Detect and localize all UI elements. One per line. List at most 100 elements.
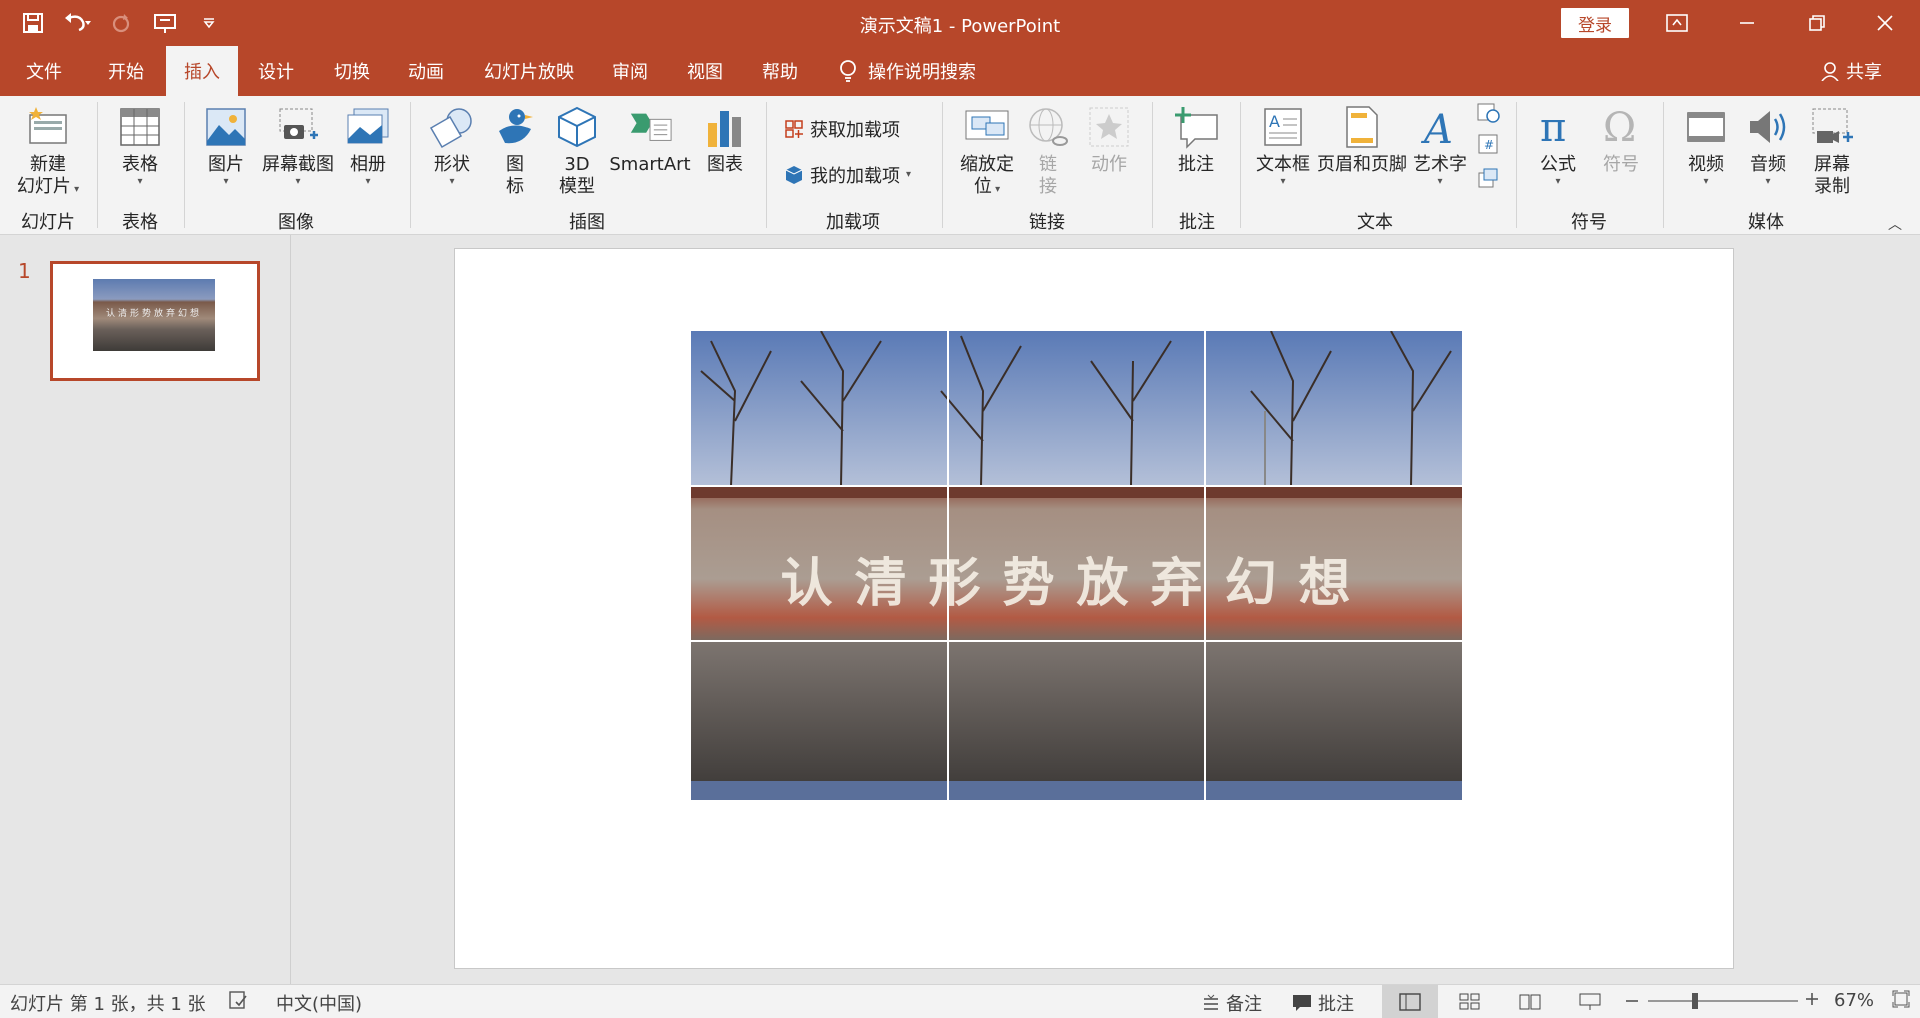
link-button: 链 接	[1022, 102, 1074, 198]
3d-models-button[interactable]: 3D 模型	[546, 102, 608, 198]
tab-animations[interactable]: 动画	[408, 46, 444, 96]
symbol-button: Ω 符号	[1592, 102, 1650, 176]
audio-button[interactable]: 音频 ▾	[1740, 102, 1796, 188]
header-footer-icon	[1339, 102, 1385, 152]
normal-view-icon[interactable]	[1382, 985, 1438, 1018]
new-slide-button[interactable]: 新建 幻灯片 ▾	[12, 102, 84, 198]
comments-status-button[interactable]: 批注	[1292, 990, 1354, 1016]
screenshot-button[interactable]: 屏幕截图 ▾	[256, 102, 340, 188]
tab-insert[interactable]: 插入	[166, 46, 238, 96]
smartart-button[interactable]: SmartArt	[608, 102, 692, 176]
date-time-button[interactable]	[1474, 100, 1502, 124]
header-footer-button[interactable]: 页眉和页脚	[1316, 102, 1408, 176]
tab-view[interactable]: 视图	[687, 46, 723, 96]
chevron-down-icon: ▾	[295, 176, 301, 187]
collapse-ribbon-icon[interactable]: ︿	[1888, 214, 1902, 234]
thumbnail-picture-text: 认清形势放弃幻想	[105, 309, 202, 319]
svg-text:π: π	[1540, 105, 1566, 149]
picture-button[interactable]: 图片 ▾	[196, 102, 256, 188]
slide-sorter-icon[interactable]	[1442, 985, 1498, 1018]
ribbon-tabs: 文件 开始 插入 设计 切换 动画 幻灯片放映 审阅 视图 帮助 操作说明搜索 …	[0, 46, 1920, 96]
tab-review[interactable]: 审阅	[612, 46, 648, 96]
table-label: 表格	[122, 154, 158, 175]
spell-check-icon[interactable]	[228, 990, 248, 1010]
3d-models-label-2: 模型	[559, 176, 595, 197]
svg-text:Ω: Ω	[1603, 105, 1636, 149]
video-button[interactable]: 视频 ▾	[1676, 102, 1736, 188]
chart-button[interactable]: 图表	[698, 102, 752, 176]
group-divider	[1152, 102, 1153, 228]
chevron-down-icon: ▾	[223, 176, 229, 187]
restore-icon[interactable]	[1782, 0, 1852, 46]
group-divider	[1240, 102, 1241, 228]
minimize-icon[interactable]	[1712, 0, 1782, 46]
group-label-media: 媒体	[1748, 212, 1784, 233]
action-label: 动作	[1091, 154, 1127, 175]
get-addins-button[interactable]: 获取加载项	[784, 116, 900, 142]
tell-me-label: 操作说明搜索	[868, 62, 976, 83]
group-label-tables: 表格	[122, 212, 158, 233]
comment-button[interactable]: 批注	[1166, 102, 1226, 176]
group-label-illustrations: 插图	[569, 212, 605, 233]
ribbon-display-options-icon[interactable]	[1642, 0, 1712, 46]
wordart-label: 艺术字	[1413, 154, 1467, 175]
chevron-down-icon: ▾	[991, 184, 1001, 195]
wall-slogan-text: 认清形势放弃幻想	[780, 554, 1373, 614]
bar-chart-icon	[702, 102, 748, 152]
tab-help[interactable]: 帮助	[762, 46, 798, 96]
textbox-label: 文本框	[1256, 154, 1310, 175]
zoom-level[interactable]: 67%	[1834, 990, 1874, 1011]
chevron-down-icon: ▾	[1765, 176, 1771, 187]
zoom-button[interactable]: 缩放定 位 ▾	[952, 102, 1022, 198]
tab-file[interactable]: 文件	[26, 46, 62, 96]
symbol-label: 符号	[1603, 154, 1639, 175]
tab-transitions[interactable]: 切换	[334, 46, 370, 96]
picture-label: 图片	[208, 154, 244, 175]
comments-status-label: 批注	[1318, 994, 1354, 1015]
screen-recording-icon	[1809, 102, 1855, 152]
zoom-slider-thumb[interactable]	[1692, 993, 1698, 1009]
link-globe-icon	[1025, 102, 1071, 152]
slide-thumbnail[interactable]: 认清形势放弃幻想	[50, 261, 260, 381]
zoom-slider[interactable]	[1648, 1000, 1798, 1002]
textbox-button[interactable]: A 文本框 ▾	[1250, 102, 1316, 188]
slide-count-status: 幻灯片 第 1 张，共 1 张	[10, 994, 206, 1015]
sign-in-button[interactable]: 登录	[1561, 8, 1629, 38]
notes-button[interactable]: 备注	[1202, 990, 1262, 1016]
zoom-out-icon[interactable]	[1626, 999, 1638, 1003]
slide-picture[interactable]: 认清形势放弃幻想	[691, 331, 1462, 800]
slide-number-button[interactable]: #	[1474, 132, 1502, 156]
group-divider	[1663, 102, 1664, 228]
equation-button[interactable]: π 公式 ▾	[1528, 102, 1588, 188]
group-divider	[184, 102, 185, 228]
icons-button[interactable]: 图 标	[488, 102, 542, 198]
tab-design[interactable]: 设计	[258, 46, 294, 96]
photo-album-button[interactable]: 相册 ▾	[340, 102, 396, 188]
date-time-icon	[1477, 103, 1500, 123]
fit-to-window-icon[interactable]	[1892, 990, 1910, 1008]
table-button[interactable]: 表格 ▾	[108, 102, 172, 188]
tab-home[interactable]: 开始	[108, 46, 144, 96]
photo-album-icon	[345, 102, 391, 152]
reading-view-icon[interactable]	[1502, 985, 1558, 1018]
new-slide-label-2: 幻灯片	[16, 176, 71, 197]
my-addins-button[interactable]: 我的加载项 ▾	[784, 162, 911, 188]
share-button[interactable]: 共享	[1820, 58, 1882, 84]
wordart-button[interactable]: A 艺术字 ▾	[1410, 102, 1470, 188]
screen-recording-label-2: 录制	[1814, 176, 1850, 197]
slideshow-view-icon[interactable]	[1562, 985, 1618, 1018]
notes-icon	[1204, 994, 1218, 1010]
zoom-in-icon[interactable]	[1806, 993, 1818, 1005]
video-film-icon	[1683, 102, 1729, 152]
object-button[interactable]	[1474, 166, 1502, 190]
wordart-icon: A	[1417, 102, 1463, 152]
shapes-button[interactable]: 形状 ▾	[422, 102, 482, 188]
tell-me-search[interactable]: 操作说明搜索	[838, 46, 976, 96]
tab-slideshow[interactable]: 幻灯片放映	[484, 46, 574, 96]
status-bar: 幻灯片 第 1 张，共 1 张 中文(中国) 备注 批注 67%	[0, 984, 1920, 1018]
screen-recording-button[interactable]: 屏幕 录制	[1800, 102, 1864, 198]
comment-label: 批注	[1178, 154, 1214, 175]
language-status[interactable]: 中文(中国)	[276, 990, 362, 1016]
close-icon[interactable]	[1850, 0, 1920, 46]
object-icon	[1478, 168, 1498, 188]
